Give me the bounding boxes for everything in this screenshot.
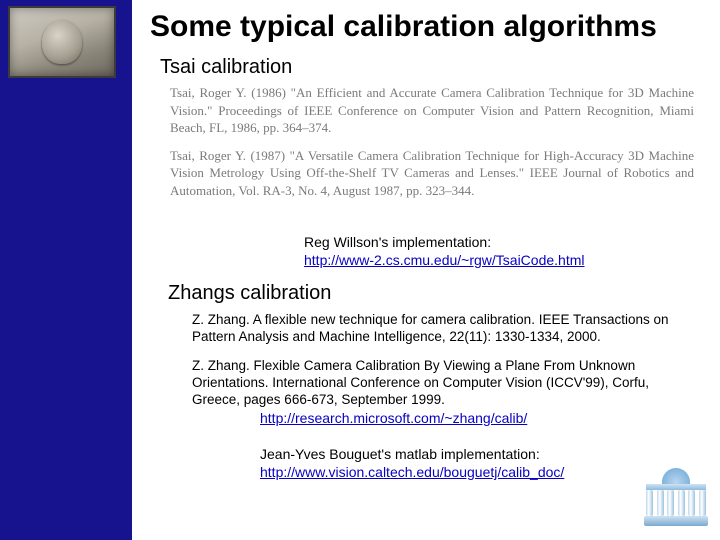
column-icon bbox=[678, 490, 685, 516]
base-icon bbox=[644, 516, 708, 526]
header-logo bbox=[8, 6, 116, 78]
tsai-heading: Tsai calibration bbox=[160, 56, 292, 79]
bouguet-label: Jean-Yves Bouguet's matlab implementatio… bbox=[260, 446, 540, 462]
zhang-heading: Zhangs calibration bbox=[168, 282, 331, 305]
column-icon bbox=[657, 490, 664, 516]
tsai-citations-image: Tsai, Roger Y. (1986) "An Efficient and … bbox=[170, 84, 694, 209]
reg-willson-block: Reg Willson's implementation: http://www… bbox=[304, 234, 585, 268]
zhang-citation-2: Z. Zhang. Flexible Camera Calibration By… bbox=[192, 358, 700, 409]
content-area: Some typical calibration algorithms Tsai… bbox=[132, 0, 720, 540]
column-icon bbox=[646, 490, 653, 516]
column-icon bbox=[699, 490, 706, 516]
slide: Some typical calibration algorithms Tsai… bbox=[0, 0, 720, 540]
tsai-citation-1: Tsai, Roger Y. (1986) "An Efficient and … bbox=[170, 84, 694, 137]
microsoft-link[interactable]: http://research.microsoft.com/~zhang/cal… bbox=[260, 410, 527, 426]
zhang-citation-1: Z. Zhang. A flexible new technique for c… bbox=[192, 312, 700, 346]
column-icon bbox=[688, 490, 695, 516]
zhang-citations: Z. Zhang. A flexible new technique for c… bbox=[192, 312, 700, 420]
columns-icon bbox=[646, 490, 706, 516]
column-icon bbox=[667, 490, 674, 516]
slide-title: Some typical calibration algorithms bbox=[150, 10, 657, 44]
dome-icon bbox=[662, 468, 690, 484]
bouguet-link[interactable]: http://www.vision.caltech.edu/bouguetj/c… bbox=[260, 464, 564, 480]
footer-temple-logo bbox=[644, 468, 708, 528]
tsai-citation-2: Tsai, Roger Y. (1987) "A Versatile Camer… bbox=[170, 147, 694, 200]
reg-willson-label: Reg Willson's implementation: bbox=[304, 234, 491, 250]
relief-face-icon bbox=[42, 20, 82, 64]
left-color-band bbox=[0, 0, 132, 540]
bouguet-block: Jean-Yves Bouguet's matlab implementatio… bbox=[260, 446, 564, 480]
reg-willson-link[interactable]: http://www-2.cs.cmu.edu/~rgw/TsaiCode.ht… bbox=[304, 252, 585, 268]
